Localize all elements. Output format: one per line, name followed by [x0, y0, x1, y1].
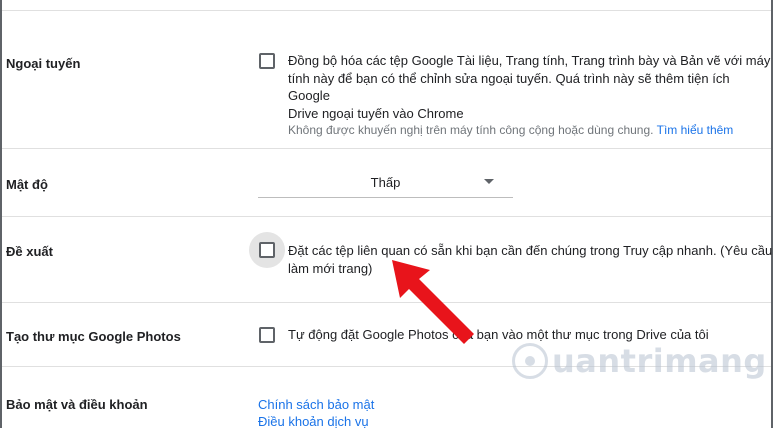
privacy-policy-link[interactable]: Chính sách bảo mật: [258, 396, 374, 413]
offline-description: Đồng bộ hóa các tệp Google Tài liệu, Tra…: [288, 52, 773, 140]
suggestions-text-line-1: Đặt các tệp liên quan có sẵn khi bạn cần…: [288, 243, 773, 258]
density-select[interactable]: Thấp: [258, 168, 513, 198]
watermark-logo-icon: [512, 343, 548, 379]
photos-folder-description: Tự động đặt Google Photos của bạn vào mộ…: [288, 327, 709, 342]
offline-note: Không được khuyến nghị trên máy tính côn…: [288, 123, 654, 137]
watermark-text: uantrimang: [552, 342, 767, 380]
divider: [2, 148, 771, 149]
privacy-terms-label: Bảo mật và điều khoản: [6, 397, 148, 412]
density-selected-value: Thấp: [370, 175, 401, 190]
divider: [2, 302, 771, 303]
offline-note-row: Không được khuyến nghị trên máy tính côn…: [288, 122, 773, 140]
offline-text-line-1: Đồng bộ hóa các tệp Google Tài liệu, Tra…: [288, 53, 771, 68]
learn-more-link[interactable]: Tìm hiểu thêm: [657, 123, 734, 137]
offline-label: Ngoại tuyến: [6, 56, 81, 71]
privacy-links: Chính sách bảo mật Điều khoản dịch vụ: [258, 396, 374, 428]
annotation-arrow-icon: [392, 260, 474, 344]
divider: [2, 216, 771, 217]
suggestions-text-line-2: làm mới trang): [288, 260, 373, 276]
density-label: Mật độ: [6, 177, 48, 192]
divider: [2, 10, 771, 11]
offline-checkbox[interactable]: [259, 53, 275, 69]
window-border-left: [0, 0, 2, 428]
caret-down-icon: [484, 179, 494, 184]
photos-folder-checkbox[interactable]: [259, 327, 275, 343]
watermark: uantrimang: [512, 342, 767, 380]
offline-text-line-3: Drive ngoại tuyến vào Chrome: [288, 105, 464, 121]
suggestions-description: Đặt các tệp liên quan có sẵn khi bạn cần…: [288, 242, 772, 277]
suggestions-label: Đề xuất: [6, 244, 53, 259]
terms-of-service-link[interactable]: Điều khoản dịch vụ: [258, 413, 374, 428]
offline-text-line-2: tính này để bạn có thể chỉnh sửa ngoại t…: [288, 70, 730, 104]
photos-folder-label: Tạo thư mục Google Photos: [6, 329, 181, 344]
suggestions-checkbox[interactable]: [259, 242, 275, 258]
